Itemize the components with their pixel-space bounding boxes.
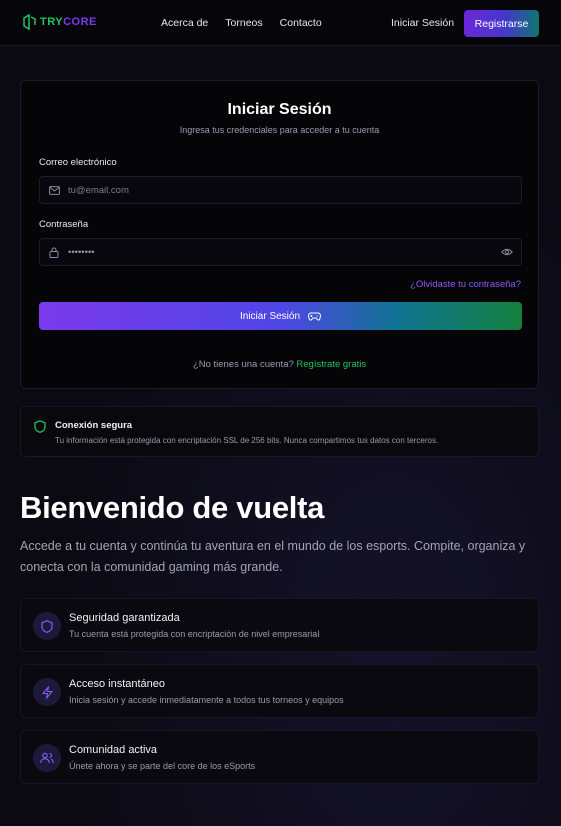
brand-logo[interactable]: TRYCORE — [21, 14, 97, 30]
email-input[interactable] — [68, 184, 521, 196]
nav-link-tournaments[interactable]: Torneos — [225, 17, 262, 29]
secure-description: Tu información está protegida con encrip… — [55, 436, 439, 445]
lock-icon — [40, 247, 68, 258]
gamepad-icon — [308, 312, 321, 321]
login-title: Iniciar Sesión — [227, 101, 332, 118]
shield-icon — [34, 420, 46, 438]
feature-description: Tu cuenta está protegida con encriptació… — [69, 629, 320, 639]
feature-title: Seguridad garantizada — [69, 612, 180, 624]
hero-title: Bienvenido de vuelta — [20, 490, 325, 525]
shield-icon — [33, 612, 61, 640]
nav-link-contact[interactable]: Contacto — [280, 17, 322, 29]
feature-card-community: Comunidad activa Únete ahora y se parte … — [20, 730, 539, 784]
header-login-link[interactable]: Iniciar Sesión — [391, 17, 454, 29]
feature-card-instant-access: Acceso instantáneo Inicia sesión y acced… — [20, 664, 539, 718]
feature-description: Inicia sesión y accede inmediatamente a … — [69, 695, 344, 705]
register-button[interactable]: Registrarse — [464, 10, 539, 37]
forgot-password-link[interactable]: ¿Olvidaste tu contraseña? — [410, 279, 521, 290]
eye-icon[interactable] — [493, 248, 521, 256]
login-subtitle: Ingresa tus credenciales para acceder a … — [179, 125, 380, 135]
login-submit-button[interactable]: Iniciar Sesión — [39, 302, 522, 330]
top-navbar: TRYCORE Acerca de Torneos Contacto Inici… — [0, 0, 561, 46]
email-field-wrapper — [39, 176, 522, 204]
users-icon — [33, 744, 61, 772]
password-field-wrapper — [39, 238, 522, 266]
lightning-icon — [33, 678, 61, 706]
main-nav: Acerca de Torneos Contacto — [161, 17, 322, 29]
hero-description: Accede a tu cuenta y continúa tu aventur… — [20, 539, 526, 574]
signup-prompt: ¿No tienes una cuenta? Regístrate gratis — [21, 359, 538, 370]
login-card: Iniciar Sesión Ingresa tus credenciales … — [20, 80, 539, 389]
feature-card-security: Seguridad garantizada Tu cuenta está pro… — [20, 598, 539, 652]
secure-connection-notice: Conexión segura Tu información está prot… — [20, 406, 539, 457]
feature-title: Comunidad activa — [69, 744, 158, 756]
email-label: Correo electrónico — [39, 157, 117, 168]
signup-link[interactable]: Regístrate gratis — [296, 359, 366, 370]
secure-title: Conexión segura — [55, 420, 133, 431]
submit-label: Iniciar Sesión — [239, 310, 301, 322]
logo-text: TRYCORE — [40, 16, 97, 28]
no-account-text: ¿No tienes una cuenta? — [192, 359, 294, 370]
password-input[interactable] — [68, 246, 493, 258]
feature-title: Acceso instantáneo — [69, 678, 166, 690]
feature-description: Únete ahora y se parte del core de los e… — [69, 761, 256, 771]
logo-icon — [23, 14, 36, 30]
nav-link-about[interactable]: Acerca de — [161, 17, 208, 29]
mail-icon — [40, 185, 68, 195]
password-label: Contraseña — [39, 219, 89, 230]
